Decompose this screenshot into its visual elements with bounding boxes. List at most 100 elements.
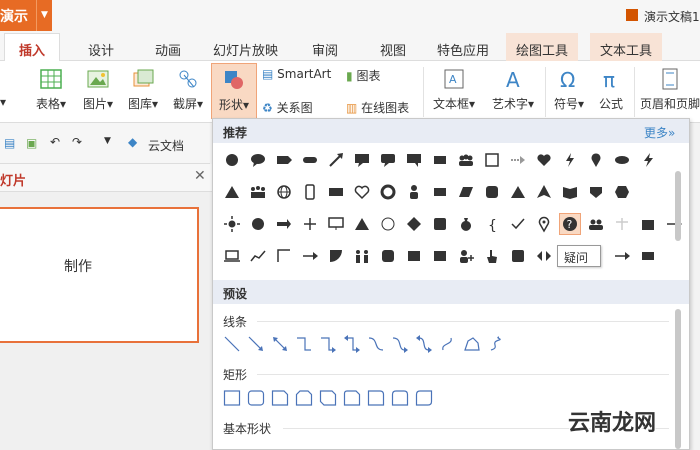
arrow-line-shape[interactable] <box>245 333 267 355</box>
ellipse-shape[interactable] <box>611 149 633 171</box>
rounded-square-shape[interactable] <box>507 245 529 267</box>
rounded-rect-outline-shape[interactable] <box>245 387 267 409</box>
arrow-up-shape[interactable] <box>533 181 555 203</box>
shield-shape[interactable] <box>585 181 607 203</box>
phone-shape[interactable] <box>299 181 321 203</box>
sun-shape[interactable] <box>221 213 243 235</box>
family-shape[interactable] <box>351 245 373 267</box>
tab-animation[interactable]: 动画 <box>155 40 181 59</box>
right-arrow-shape[interactable] <box>611 245 633 267</box>
hand-pointer-shape[interactable] <box>481 245 503 267</box>
tab-text-tools[interactable]: 文本工具 <box>590 33 663 61</box>
hexagon-shape[interactable] <box>611 181 633 203</box>
rounded-square-shape[interactable] <box>481 181 503 203</box>
chevron-down-icon[interactable]: ▼ <box>104 136 111 146</box>
app-menu-button[interactable]: 演示 ▼ <box>0 0 52 31</box>
square-outline-shape[interactable] <box>481 149 503 171</box>
dashed-arrow-shape[interactable] <box>507 149 529 171</box>
checkmark-shape[interactable] <box>507 213 529 235</box>
scrollbar[interactable] <box>675 309 681 449</box>
chart-button[interactable]: ▮ 图表 <box>346 67 380 84</box>
snip-same-side-rect-shape[interactable] <box>293 387 315 409</box>
tab-drawing-tools[interactable]: 绘图工具 <box>506 33 579 61</box>
striped-arrow-shape[interactable] <box>273 213 295 235</box>
circle-shape[interactable] <box>247 213 269 235</box>
globe-shape[interactable] <box>273 181 295 203</box>
speech-rect-shape[interactable] <box>403 149 425 171</box>
rounded-square-shape[interactable] <box>429 213 451 235</box>
tab-review[interactable]: 审阅 <box>312 40 338 59</box>
elbow-arrow-connector-shape[interactable] <box>317 333 339 355</box>
people-pair-shape[interactable] <box>585 213 607 235</box>
ribbon-item-partial[interactable]: ▾ <box>0 91 10 109</box>
slide-thumbnail[interactable]: 制作 <box>0 207 199 343</box>
lightning-shape[interactable] <box>559 149 581 171</box>
tab-design[interactable]: 设计 <box>88 40 114 59</box>
print-icon[interactable]: ▤ <box>4 136 15 150</box>
scrollbar[interactable] <box>675 171 681 241</box>
tab-view[interactable]: 视图 <box>380 40 406 59</box>
callout-shape[interactable] <box>351 149 373 171</box>
double-arrow-shape[interactable] <box>533 245 555 267</box>
more-link[interactable]: 更多» <box>644 124 675 141</box>
cross-shape[interactable] <box>611 213 633 235</box>
flowchart-shape[interactable] <box>429 181 451 203</box>
freeform-shape[interactable] <box>461 333 483 355</box>
relation-button[interactable]: ♻ 关系图 <box>262 99 313 116</box>
shapes-button[interactable]: 形状▾ <box>211 63 257 119</box>
scribble-shape[interactable] <box>485 333 507 355</box>
person-shape[interactable] <box>403 181 425 203</box>
smartart-button[interactable]: ▤ SmartArt <box>262 67 331 81</box>
donut-shape[interactable] <box>377 181 399 203</box>
building-shape[interactable] <box>637 213 659 235</box>
table-button[interactable]: 表格▾ <box>28 63 74 112</box>
gallery-button[interactable]: 图库▾ <box>120 63 166 112</box>
tab-slideshow[interactable]: 幻灯片放映 <box>213 40 278 59</box>
brace-shape[interactable]: { <box>481 213 503 235</box>
textbox-button[interactable]: A 文本框▾ <box>428 63 480 112</box>
heart-shape[interactable] <box>533 149 555 171</box>
crowd-shape[interactable] <box>247 181 269 203</box>
online-chart-button[interactable]: ▥ 在线图表 <box>346 99 409 116</box>
heart-outline-shape[interactable] <box>351 181 373 203</box>
round-single-corner-rect-shape[interactable] <box>365 387 387 409</box>
location-pin-shape[interactable] <box>533 213 555 235</box>
rectangle-shape[interactable] <box>637 245 659 267</box>
curved-connector-shape[interactable] <box>365 333 387 355</box>
triangle-shape[interactable] <box>351 213 373 235</box>
elbow-double-arrow-shape[interactable] <box>341 333 363 355</box>
undo-icon[interactable]: ↶ <box>50 135 60 149</box>
print-preview-icon[interactable]: ▣ <box>26 136 37 150</box>
book-shape[interactable] <box>559 181 581 203</box>
header-footer-button[interactable]: 页眉和页脚 <box>640 63 700 112</box>
chevron-down-icon[interactable]: ▼ <box>36 0 52 31</box>
callout-rounded-shape[interactable] <box>377 149 399 171</box>
quarter-circle-shape[interactable] <box>325 245 347 267</box>
redo-icon[interactable]: ↷ <box>72 135 82 149</box>
rounded-rect-shape[interactable] <box>299 149 321 171</box>
curved-double-arrow-shape[interactable] <box>413 333 435 355</box>
people-group-shape[interactable] <box>455 149 477 171</box>
curve-shape[interactable] <box>437 333 459 355</box>
rounded-square-shape[interactable] <box>377 245 399 267</box>
speech-bubble-shape[interactable] <box>247 149 269 171</box>
tab-special[interactable]: 特色应用 <box>437 40 489 59</box>
corner-shape[interactable] <box>273 245 295 267</box>
pentagon-arrow-shape[interactable] <box>273 149 295 171</box>
picture-button[interactable]: 图片▾ <box>76 63 120 112</box>
tab-insert[interactable]: 插入 <box>4 33 61 61</box>
circle-outline-shape[interactable] <box>377 213 399 235</box>
close-icon[interactable]: ✕ <box>194 168 206 184</box>
right-arrow-shape[interactable] <box>663 213 685 235</box>
snip-corner-rect-shape[interactable] <box>269 387 291 409</box>
money-bag-shape[interactable] <box>455 213 477 235</box>
round-diagonal-rect-shape[interactable] <box>413 387 435 409</box>
symbol-button[interactable]: Ω 符号▾ <box>550 63 588 112</box>
double-arrow-line-shape[interactable] <box>269 333 291 355</box>
parallelogram-shape[interactable] <box>455 181 477 203</box>
triangle-shape[interactable] <box>221 181 243 203</box>
elbow-connector-shape[interactable] <box>293 333 315 355</box>
question-bubble-shape[interactable]: ? <box>559 213 581 235</box>
snip-diagonal-rect-shape[interactable] <box>317 387 339 409</box>
screenshot-button[interactable]: 截屏▾ <box>166 63 210 112</box>
